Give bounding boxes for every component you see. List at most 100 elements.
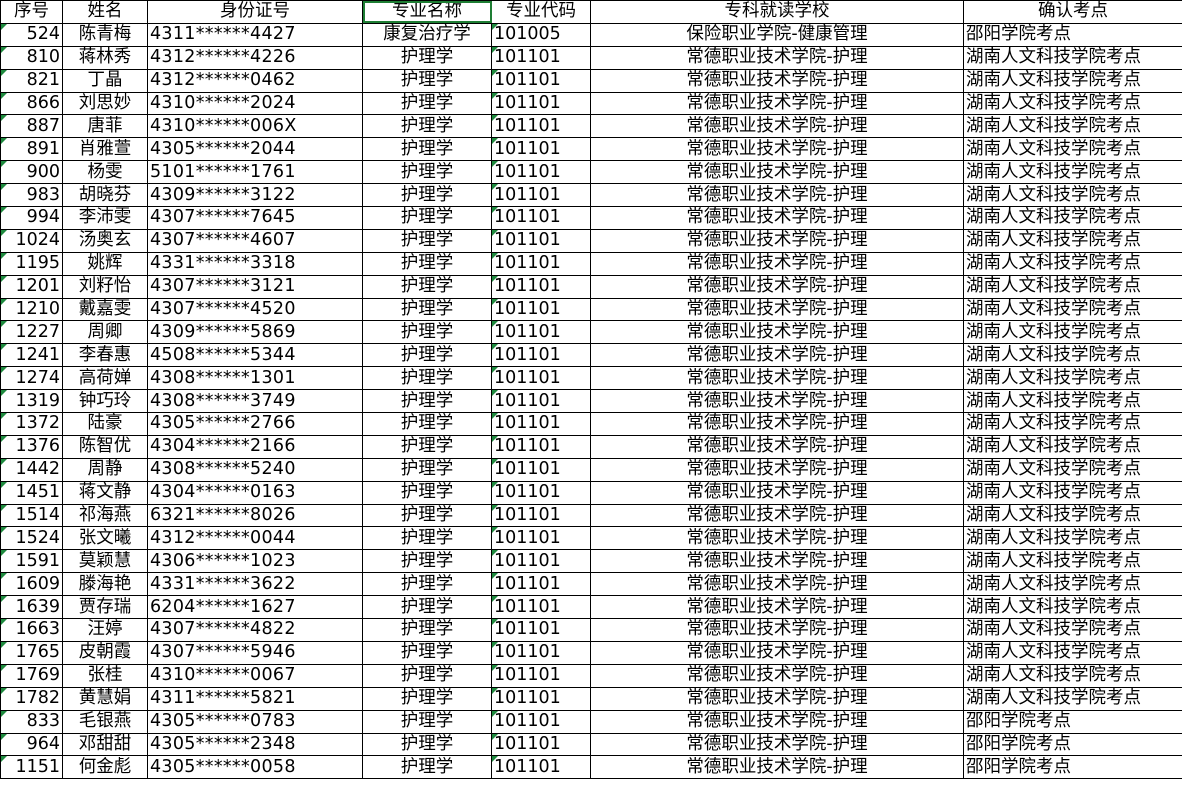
exam-site-cell[interactable]: 湖南人文科技学院考点 bbox=[963, 206, 1182, 230]
exam-site-cell[interactable]: 湖南人文科技学院考点 bbox=[963, 343, 1182, 368]
seq-cell[interactable]: 1591 bbox=[0, 549, 63, 574]
id-number-cell[interactable]: 4307******3121 bbox=[147, 274, 363, 299]
school-cell[interactable]: 常德职业技术学院-护理 bbox=[590, 343, 964, 368]
exam-site-cell[interactable]: 湖南人文科技学院考点 bbox=[963, 389, 1182, 414]
major-name-cell[interactable]: 护理学 bbox=[362, 366, 492, 391]
id-number-cell[interactable]: 4310******0067 bbox=[147, 663, 363, 688]
seq-cell[interactable]: 1376 bbox=[0, 434, 63, 459]
seq-cell[interactable]: 1241 bbox=[0, 343, 63, 368]
school-cell[interactable]: 常德职业技术学院-护理 bbox=[590, 160, 964, 185]
major-name-cell[interactable]: 护理学 bbox=[362, 526, 492, 551]
id-number-cell[interactable]: 4309******3122 bbox=[147, 183, 363, 208]
id-number-cell[interactable]: 4331******3622 bbox=[147, 572, 363, 597]
seq-cell[interactable]: 1782 bbox=[0, 686, 63, 711]
major-code-cell[interactable]: 101101 bbox=[491, 549, 591, 574]
school-cell[interactable]: 常德职业技术学院-护理 bbox=[590, 663, 964, 688]
major-code-cell[interactable]: 101101 bbox=[491, 68, 591, 93]
seq-cell[interactable]: 1372 bbox=[0, 412, 63, 436]
header-cell-seq[interactable]: 序号 bbox=[0, 0, 63, 24]
header-cell-major-selected[interactable]: 专业名称 bbox=[362, 0, 492, 24]
exam-site-cell[interactable]: 湖南人文科技学院考点 bbox=[963, 183, 1182, 208]
name-cell[interactable]: 何金彪 bbox=[62, 755, 148, 780]
id-number-cell[interactable]: 4310******2024 bbox=[147, 91, 363, 116]
major-code-cell[interactable]: 101101 bbox=[491, 732, 591, 757]
major-name-cell[interactable]: 护理学 bbox=[362, 91, 492, 116]
seq-cell[interactable]: 1524 bbox=[0, 526, 63, 551]
name-cell[interactable]: 杨雯 bbox=[62, 160, 148, 185]
exam-site-cell[interactable]: 湖南人文科技学院考点 bbox=[963, 68, 1182, 93]
seq-cell[interactable]: 810 bbox=[0, 45, 63, 70]
name-cell[interactable]: 汤奥玄 bbox=[62, 228, 148, 253]
id-number-cell[interactable]: 4307******5946 bbox=[147, 640, 363, 665]
major-name-cell[interactable]: 护理学 bbox=[362, 434, 492, 459]
school-cell[interactable]: 常德职业技术学院-护理 bbox=[590, 412, 964, 436]
school-cell[interactable]: 常德职业技术学院-护理 bbox=[590, 457, 964, 482]
exam-site-cell[interactable]: 邵阳学院考点 bbox=[963, 22, 1182, 47]
major-code-cell[interactable]: 101101 bbox=[491, 343, 591, 368]
school-cell[interactable]: 常德职业技术学院-护理 bbox=[590, 274, 964, 299]
seq-cell[interactable]: 964 bbox=[0, 732, 63, 757]
school-cell[interactable]: 常德职业技术学院-护理 bbox=[590, 480, 964, 505]
school-cell[interactable]: 常德职业技术学院-护理 bbox=[590, 297, 964, 322]
major-name-cell[interactable]: 康复治疗学 bbox=[362, 22, 492, 47]
school-cell[interactable]: 常德职业技术学院-护理 bbox=[590, 320, 964, 345]
major-code-cell[interactable]: 101101 bbox=[491, 526, 591, 551]
major-name-cell[interactable]: 护理学 bbox=[362, 549, 492, 574]
exam-site-cell[interactable]: 湖南人文科技学院考点 bbox=[963, 549, 1182, 574]
major-name-cell[interactable]: 护理学 bbox=[362, 503, 492, 528]
exam-site-cell[interactable]: 湖南人文科技学院考点 bbox=[963, 618, 1182, 642]
header-cell-id[interactable]: 身份证号 bbox=[147, 0, 363, 24]
school-cell[interactable]: 常德职业技术学院-护理 bbox=[590, 183, 964, 208]
name-cell[interactable]: 周卿 bbox=[62, 320, 148, 345]
id-number-cell[interactable]: 4308******1301 bbox=[147, 366, 363, 391]
major-code-cell[interactable]: 101101 bbox=[491, 160, 591, 185]
name-cell[interactable]: 胡晓芬 bbox=[62, 183, 148, 208]
school-cell[interactable]: 常德职业技术学院-护理 bbox=[590, 228, 964, 253]
id-number-cell[interactable]: 4306******1023 bbox=[147, 549, 363, 574]
header-cell-code[interactable]: 专业代码 bbox=[491, 0, 591, 24]
id-number-cell[interactable]: 4331******3318 bbox=[147, 251, 363, 276]
seq-cell[interactable]: 1663 bbox=[0, 618, 63, 642]
name-cell[interactable]: 戴嘉雯 bbox=[62, 297, 148, 322]
seq-cell[interactable]: 821 bbox=[0, 68, 63, 93]
seq-cell[interactable]: 1765 bbox=[0, 640, 63, 665]
seq-cell[interactable]: 1201 bbox=[0, 274, 63, 299]
school-cell[interactable]: 常德职业技术学院-护理 bbox=[590, 732, 964, 757]
id-number-cell[interactable]: 4311******4427 bbox=[147, 22, 363, 47]
school-cell[interactable]: 常德职业技术学院-护理 bbox=[590, 45, 964, 70]
id-number-cell[interactable]: 4308******3749 bbox=[147, 389, 363, 414]
name-cell[interactable]: 贾存瑞 bbox=[62, 595, 148, 620]
name-cell[interactable]: 李沛雯 bbox=[62, 206, 148, 230]
name-cell[interactable]: 高荷婵 bbox=[62, 366, 148, 391]
exam-site-cell[interactable]: 湖南人文科技学院考点 bbox=[963, 274, 1182, 299]
name-cell[interactable]: 刘思妙 bbox=[62, 91, 148, 116]
name-cell[interactable]: 黄慧娟 bbox=[62, 686, 148, 711]
seq-cell[interactable]: 994 bbox=[0, 206, 63, 230]
school-cell[interactable]: 常德职业技术学院-护理 bbox=[590, 549, 964, 574]
major-name-cell[interactable]: 护理学 bbox=[362, 206, 492, 230]
header-cell-school[interactable]: 专科就读学校 bbox=[590, 0, 964, 24]
major-code-cell[interactable]: 101101 bbox=[491, 366, 591, 391]
major-name-cell[interactable]: 护理学 bbox=[362, 572, 492, 597]
major-code-cell[interactable]: 101101 bbox=[491, 297, 591, 322]
exam-site-cell[interactable]: 湖南人文科技学院考点 bbox=[963, 640, 1182, 665]
major-name-cell[interactable]: 护理学 bbox=[362, 640, 492, 665]
id-number-cell[interactable]: 6204******1627 bbox=[147, 595, 363, 620]
header-cell-name[interactable]: 姓名 bbox=[62, 0, 148, 24]
id-number-cell[interactable]: 4310******006X bbox=[147, 114, 363, 139]
id-number-cell[interactable]: 4312******0044 bbox=[147, 526, 363, 551]
name-cell[interactable]: 张文曦 bbox=[62, 526, 148, 551]
major-code-cell[interactable]: 101101 bbox=[491, 595, 591, 620]
major-code-cell[interactable]: 101101 bbox=[491, 457, 591, 482]
exam-site-cell[interactable]: 湖南人文科技学院考点 bbox=[963, 137, 1182, 162]
exam-site-cell[interactable]: 邵阳学院考点 bbox=[963, 755, 1182, 780]
major-code-cell[interactable]: 101101 bbox=[491, 480, 591, 505]
major-name-cell[interactable]: 护理学 bbox=[362, 183, 492, 208]
exam-site-cell[interactable]: 湖南人文科技学院考点 bbox=[963, 663, 1182, 688]
exam-site-cell[interactable]: 湖南人文科技学院考点 bbox=[963, 45, 1182, 70]
major-name-cell[interactable]: 护理学 bbox=[362, 68, 492, 93]
major-name-cell[interactable]: 护理学 bbox=[362, 389, 492, 414]
seq-cell[interactable]: 1195 bbox=[0, 251, 63, 276]
id-number-cell[interactable]: 4311******5821 bbox=[147, 686, 363, 711]
major-code-cell[interactable]: 101101 bbox=[491, 45, 591, 70]
